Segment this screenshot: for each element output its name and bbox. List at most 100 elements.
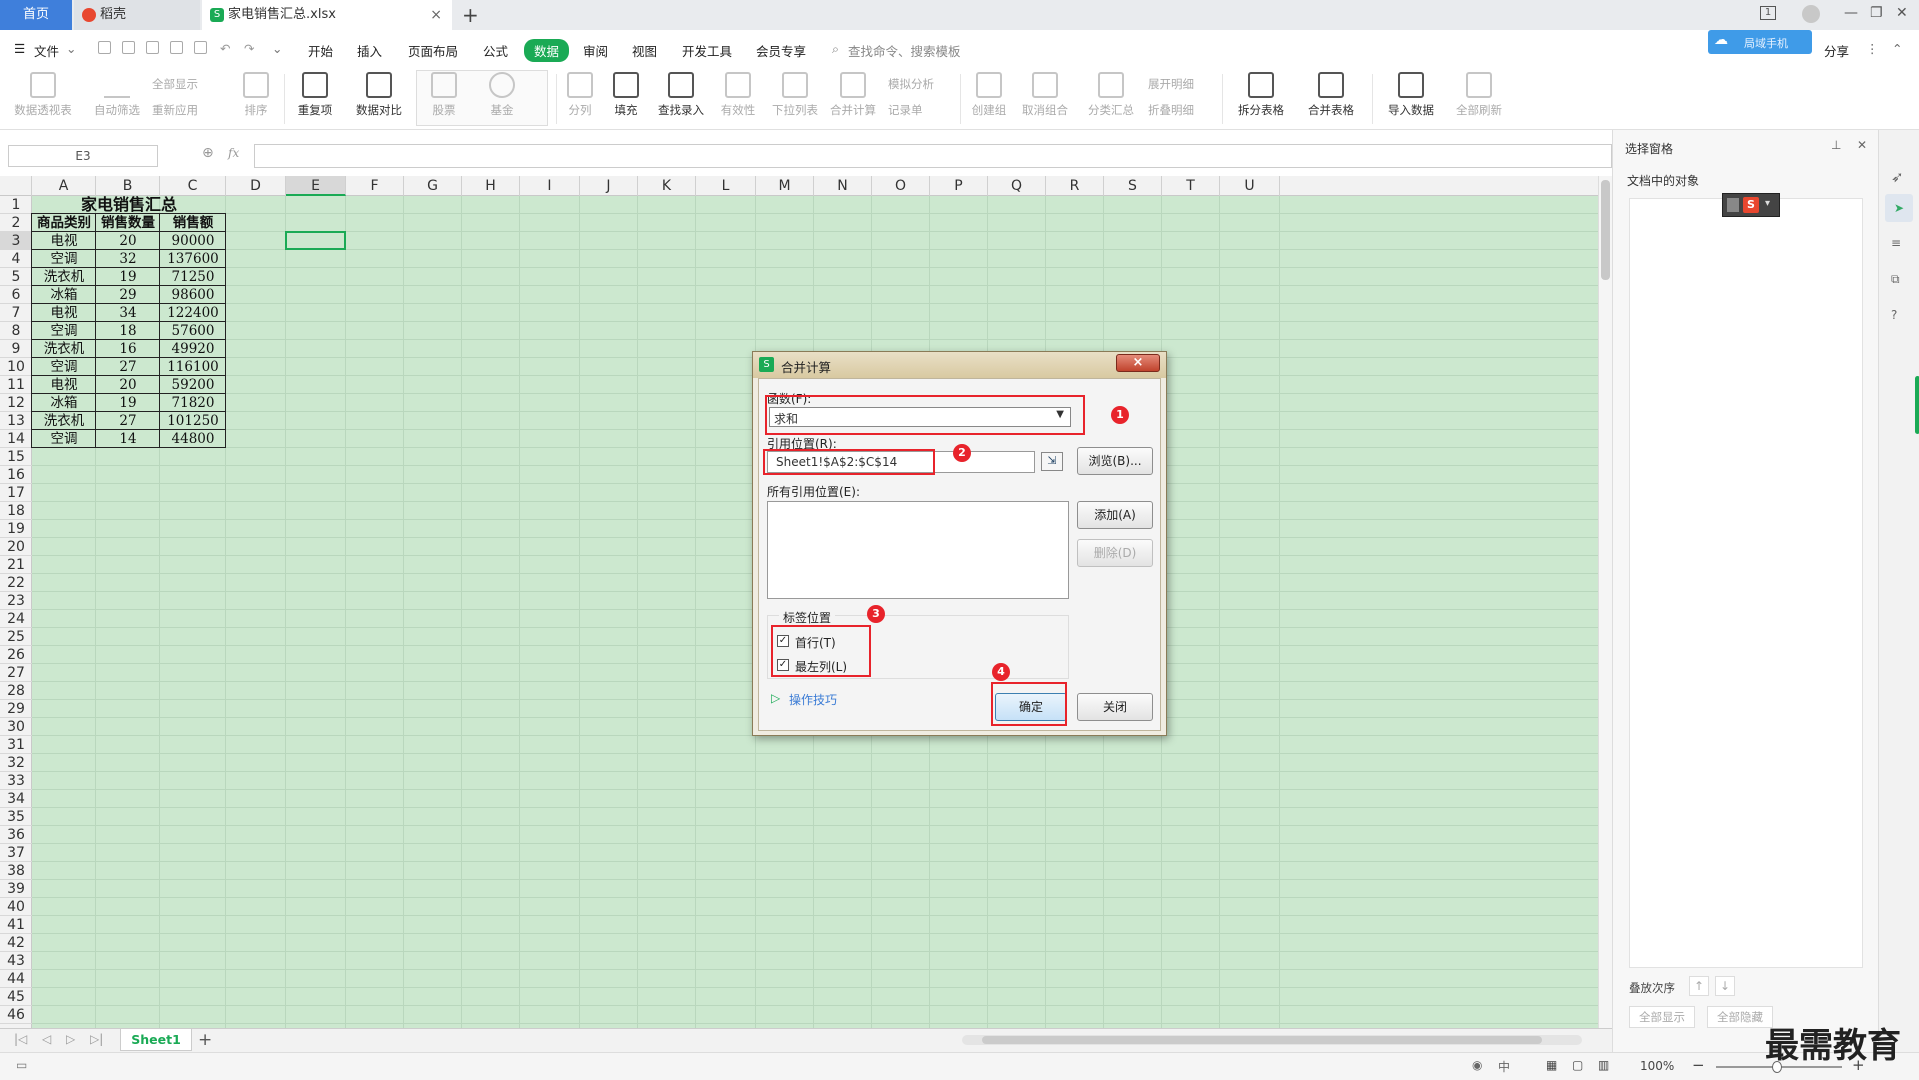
row-header-10[interactable]: 10 <box>0 358 32 376</box>
column-header-l[interactable]: L <box>696 176 756 196</box>
dialog-title-bar[interactable]: S 合并计算 × <box>753 352 1166 378</box>
normal-view-icon[interactable]: ▦ <box>1546 1058 1557 1072</box>
column-header-a[interactable]: A <box>32 176 96 196</box>
sheet-tab-sheet1[interactable]: Sheet1 <box>120 1029 192 1051</box>
fund-button[interactable]: 基金 <box>482 72 522 118</box>
selected-cell[interactable] <box>285 231 346 250</box>
collapse-detail-button[interactable]: 折叠明细 <box>1148 102 1194 118</box>
row-header-27[interactable]: 27 <box>0 664 32 682</box>
select-all-corner[interactable] <box>0 176 32 196</box>
dialog-close-button[interactable]: × <box>1116 354 1160 372</box>
row-header-41[interactable]: 41 <box>0 916 32 934</box>
column-header-t[interactable]: T <box>1162 176 1220 196</box>
consolidate-button[interactable]: 合并计算 <box>828 72 878 118</box>
chevron-down-icon[interactable]: ⌄ <box>66 41 76 56</box>
menu-insert[interactable]: 插入 <box>357 41 382 60</box>
undo-icon[interactable]: ↶ <box>220 41 230 56</box>
reapply-button[interactable]: 重新应用 <box>152 102 198 118</box>
delete-reference-button[interactable]: 删除(D) <box>1077 539 1153 567</box>
name-box[interactable]: E3 <box>8 145 158 167</box>
move-up-button[interactable]: ↑ <box>1689 976 1709 996</box>
collapse-ribbon-icon[interactable]: ⌃ <box>1892 41 1902 56</box>
row-header-15[interactable]: 15 <box>0 448 32 466</box>
row-header-8[interactable]: 8 <box>0 322 32 340</box>
help-icon[interactable]: ? <box>1891 308 1897 322</box>
all-references-list[interactable] <box>767 501 1069 599</box>
formula-input[interactable] <box>254 144 1612 168</box>
sheet-title-cell[interactable]: 家电销售汇总 <box>32 196 226 214</box>
column-header-g[interactable]: G <box>404 176 462 196</box>
restore-icon[interactable]: ❐ <box>1870 5 1883 21</box>
add-reference-button[interactable]: 添加(A) <box>1077 501 1153 529</box>
column-header-s[interactable]: S <box>1104 176 1162 196</box>
floating-toolbar[interactable]: S ▾ <box>1722 193 1780 217</box>
stock-button[interactable]: 股票 <box>424 72 464 118</box>
column-header-d[interactable]: D <box>226 176 286 196</box>
row-header-37[interactable]: 37 <box>0 844 32 862</box>
row-header-13[interactable]: 13 <box>0 412 32 430</box>
row-header-28[interactable]: 28 <box>0 682 32 700</box>
split-column-button[interactable]: 分列 <box>562 72 598 118</box>
eye-protect-icon[interactable]: ◉ <box>1472 1058 1482 1072</box>
objects-list[interactable]: S ▾ <box>1629 193 1863 968</box>
input-method-icon[interactable]: 中 <box>1498 1058 1510 1075</box>
row-header-44[interactable]: 44 <box>0 970 32 988</box>
create-group-button[interactable]: 创建组 <box>968 72 1010 118</box>
selection-pane-title[interactable]: 选择窗格 <box>1625 140 1673 157</box>
column-header-q[interactable]: Q <box>988 176 1046 196</box>
prev-sheet-icon[interactable]: ◁ <box>42 1032 51 1046</box>
quick-access-more-icon[interactable]: ⌄ <box>272 41 282 56</box>
window-count-badge[interactable]: 1 <box>1760 6 1776 20</box>
page-layout-view-icon[interactable]: ▢ <box>1572 1058 1583 1072</box>
next-sheet-icon[interactable]: ▷ <box>66 1032 75 1046</box>
row-header-43[interactable]: 43 <box>0 952 32 970</box>
row-header-18[interactable]: 18 <box>0 502 32 520</box>
row-header-29[interactable]: 29 <box>0 700 32 718</box>
what-if-analysis-button[interactable]: 模拟分析 <box>888 76 934 92</box>
row-header-4[interactable]: 4 <box>0 250 32 268</box>
move-down-button[interactable]: ↓ <box>1715 976 1735 996</box>
row-header-19[interactable]: 19 <box>0 520 32 538</box>
fill-button[interactable]: 填充 <box>608 72 644 118</box>
rocket-icon[interactable]: ➶ <box>1891 168 1904 186</box>
row-header-46[interactable]: 46 <box>0 1006 32 1024</box>
row-header-1[interactable]: 1 <box>0 196 32 214</box>
row-header-17[interactable]: 17 <box>0 484 32 502</box>
row-header-36[interactable]: 36 <box>0 826 32 844</box>
menu-developer[interactable]: 开发工具 <box>682 41 732 60</box>
column-header-c[interactable]: C <box>160 176 226 196</box>
cloud-sync-button[interactable]: ☁ 局域手机 <box>1708 30 1812 54</box>
share-button[interactable]: 分享 <box>1824 41 1849 60</box>
hamburger-icon[interactable]: ☰ <box>14 41 25 56</box>
macro-record-icon[interactable]: ▭ <box>16 1058 27 1072</box>
column-header-j[interactable]: J <box>580 176 638 196</box>
tab-document[interactable]: S 家电销售汇总.xlsx × <box>202 0 452 30</box>
select-arrow-icon[interactable]: ➤ <box>1885 194 1913 222</box>
tips-link[interactable]: 操作技巧 <box>789 691 837 708</box>
row-header-22[interactable]: 22 <box>0 574 32 592</box>
column-header-e[interactable]: E <box>286 176 346 196</box>
row-header-11[interactable]: 11 <box>0 376 32 394</box>
row-header-39[interactable]: 39 <box>0 880 32 898</box>
more-icon[interactable]: ⋮ <box>1866 41 1879 56</box>
new-doc-icon[interactable] <box>98 41 111 54</box>
browse-button[interactable]: 浏览(B)... <box>1077 447 1153 475</box>
new-tab-icon[interactable]: + <box>462 3 479 27</box>
page-break-view-icon[interactable]: ▥ <box>1598 1058 1609 1072</box>
redo-icon[interactable]: ↷ <box>244 41 254 56</box>
close-pane-icon[interactable]: ✕ <box>1857 138 1867 152</box>
last-sheet-icon[interactable]: ▷| <box>90 1032 103 1046</box>
row-header-6[interactable]: 6 <box>0 286 32 304</box>
first-sheet-icon[interactable]: |◁ <box>14 1032 27 1046</box>
menu-page-layout[interactable]: 页面布局 <box>408 41 458 60</box>
close-window-icon[interactable]: ✕ <box>1896 5 1908 21</box>
add-sheet-icon[interactable]: + <box>198 1030 212 1050</box>
avatar[interactable] <box>1802 5 1820 23</box>
row-header-32[interactable]: 32 <box>0 754 32 772</box>
menu-member[interactable]: 会员专享 <box>756 41 806 60</box>
save-icon[interactable] <box>122 41 135 54</box>
row-header-25[interactable]: 25 <box>0 628 32 646</box>
column-header-b[interactable]: B <box>96 176 160 196</box>
zoom-level[interactable]: 100% <box>1640 1059 1674 1073</box>
record-form-button[interactable]: 记录单 <box>888 102 923 118</box>
